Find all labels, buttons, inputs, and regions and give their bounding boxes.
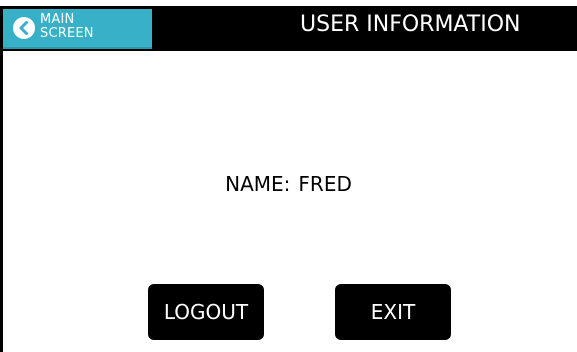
main-screen-label: MAIN SCREEN: [40, 13, 94, 41]
page-title: USER INFORMATION: [300, 12, 521, 37]
exit-button[interactable]: EXIT: [335, 284, 451, 340]
name-value: FRED: [298, 172, 352, 196]
logout-button[interactable]: LOGOUT: [148, 284, 264, 340]
user-name-row: NAME: FRED: [0, 170, 577, 198]
user-information-screen: MAIN SCREEN USER INFORMATION NAME: FRED L…: [0, 0, 577, 352]
top-divider: [0, 0, 577, 9]
main-screen-label-line1: MAIN: [40, 12, 75, 27]
main-screen-button[interactable]: MAIN SCREEN: [3, 9, 152, 49]
main-screen-label-line2: SCREEN: [40, 26, 94, 41]
name-label: NAME:: [225, 172, 291, 196]
chevron-left-circle-icon: [13, 17, 35, 39]
